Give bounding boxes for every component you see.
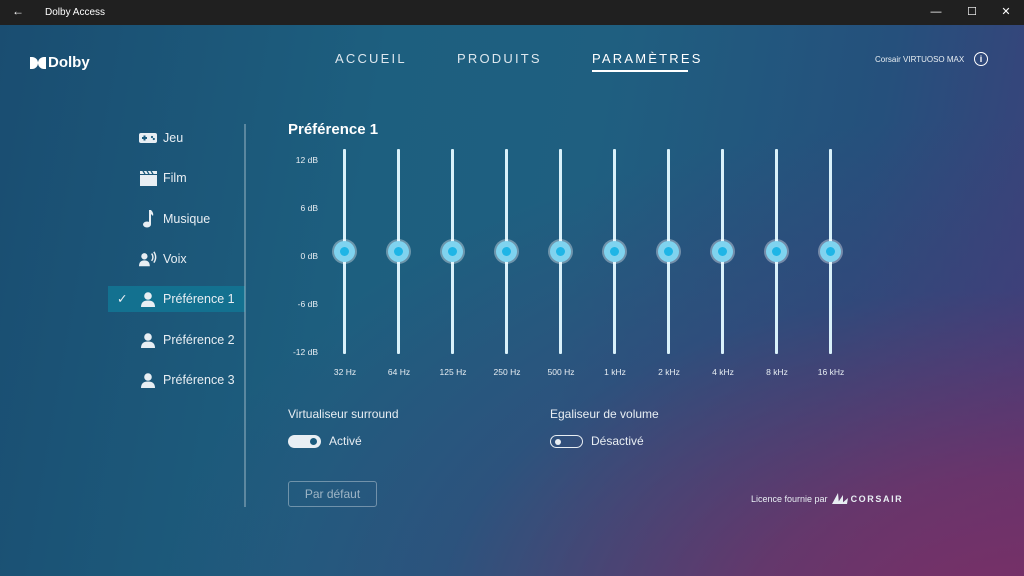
toggle-knob [310,438,317,445]
eq-slider[interactable] [550,149,571,354]
eq-slider[interactable] [334,149,355,354]
licence-text: Licence fournie par [751,493,828,504]
sidebar-item-film[interactable]: Film [108,165,245,191]
eq-slider-thumb[interactable] [604,241,625,262]
eq-slider[interactable] [712,149,733,354]
eq-slider[interactable] [766,149,787,354]
eq-slider[interactable] [388,149,409,354]
eq-frequency-label: 4 kHz [712,367,734,377]
title-bar: ← Dolby Access — ☐ ✕ [0,0,1024,25]
db-label: -12 dB [292,347,318,357]
volume-leveler-state: Désactivé [591,434,644,448]
sidebar-item-label: Préférence 1 [163,292,235,306]
db-label: 12 dB [295,155,318,165]
equalizer-title: Préférence 1 [288,121,379,138]
gamepad-icon [139,129,157,147]
nav-parametres[interactable]: PARAMÈTRES [592,51,703,66]
sidebar-item-label: Voix [163,252,187,266]
eq-slider-thumb[interactable] [820,241,841,262]
minimize-icon[interactable]: — [926,3,946,21]
sidebar-item-label: Film [163,171,187,185]
surround-toggle[interactable] [288,435,321,448]
licence-footer: Licence fournie par CORSAIR [751,493,903,504]
app-content: Dolby ACCUEIL PRODUITS PARAMÈTRES Corsai… [0,25,1024,576]
eq-slider-thumb[interactable] [658,241,679,262]
sidebar-item-musique[interactable]: Musique [108,206,245,232]
window-title: Dolby Access [45,7,106,18]
eq-frequency-label: 64 Hz [387,367,411,377]
default-button[interactable]: Par défaut [288,481,377,507]
nav-accueil[interactable]: ACCUEIL [335,51,407,66]
checkmark-icon: ✓ [117,292,128,306]
nav-produits[interactable]: PRODUITS [457,51,542,66]
person-icon [139,371,157,389]
music-note-icon [139,210,157,228]
sidebar-item-preference-1[interactable]: ✓ Préférence 1 [108,286,245,312]
corsair-sails-icon [831,493,848,504]
back-arrow-icon[interactable]: ← [12,4,24,18]
eq-slider[interactable] [658,149,679,354]
eq-slider-thumb[interactable] [388,241,409,262]
eq-slider[interactable] [496,149,517,354]
eq-slider-thumb[interactable] [712,241,733,262]
sidebar-item-preference-2[interactable]: Préférence 2 [108,327,245,353]
device-name: Corsair VIRTUOSO MAX [875,55,965,64]
eq-frequency-label: 32 Hz [333,367,357,377]
sidebar-item-jeu[interactable]: Jeu [108,125,245,151]
close-icon[interactable]: ✕ [996,3,1016,21]
eq-frequency-label: 8 kHz [766,367,788,377]
eq-frequency-label: 2 kHz [658,367,680,377]
eq-frequency-label: 1 kHz [604,367,626,377]
db-label: 0 dB [300,251,319,261]
eq-frequency-label: 250 Hz [493,367,521,377]
sidebar-item-label: Musique [163,212,211,226]
eq-frequency-label: 125 Hz [439,367,467,377]
maximize-icon[interactable]: ☐ [962,3,982,21]
eq-slider-thumb[interactable] [550,241,571,262]
clapperboard-icon [139,169,157,187]
surround-title: Virtualiseur surround [288,407,399,421]
eq-slider[interactable] [604,149,625,354]
surround-state: Activé [329,434,362,448]
person-icon [139,290,157,308]
sidebar-item-preference-3[interactable]: Préférence 3 [108,367,245,393]
toggle-knob [555,438,561,445]
eq-slider-thumb[interactable] [766,241,787,262]
corsair-logo: CORSAIR [831,493,904,504]
eq-slider[interactable] [442,149,463,354]
eq-frequency-label: 500 Hz [547,367,575,377]
licence-brand: CORSAIR [850,493,904,504]
eq-slider-thumb[interactable] [334,241,355,262]
eq-slider-thumb[interactable] [442,241,463,262]
person-icon [139,331,157,349]
eq-slider-thumb[interactable] [496,241,517,262]
sidebar-item-label: Jeu [163,131,184,145]
info-icon[interactable]: i [974,52,988,66]
db-label: 6 dB [300,203,319,213]
eq-slider[interactable] [820,149,841,354]
sidebar-divider [244,124,246,507]
eq-frequency-label: 16 kHz [817,367,845,377]
sidebar-item-label: Préférence 3 [163,373,235,387]
volume-leveler-toggle[interactable] [550,435,583,448]
volume-leveler-title: Egaliseur de volume [550,407,659,421]
top-nav: ACCUEIL PRODUITS PARAMÈTRES [0,51,1024,75]
voice-icon [139,250,157,268]
sidebar-item-label: Préférence 2 [163,333,235,347]
db-label: -6 dB [297,299,318,309]
nav-active-underline [592,70,688,72]
sidebar-item-voix[interactable]: Voix [108,246,245,272]
